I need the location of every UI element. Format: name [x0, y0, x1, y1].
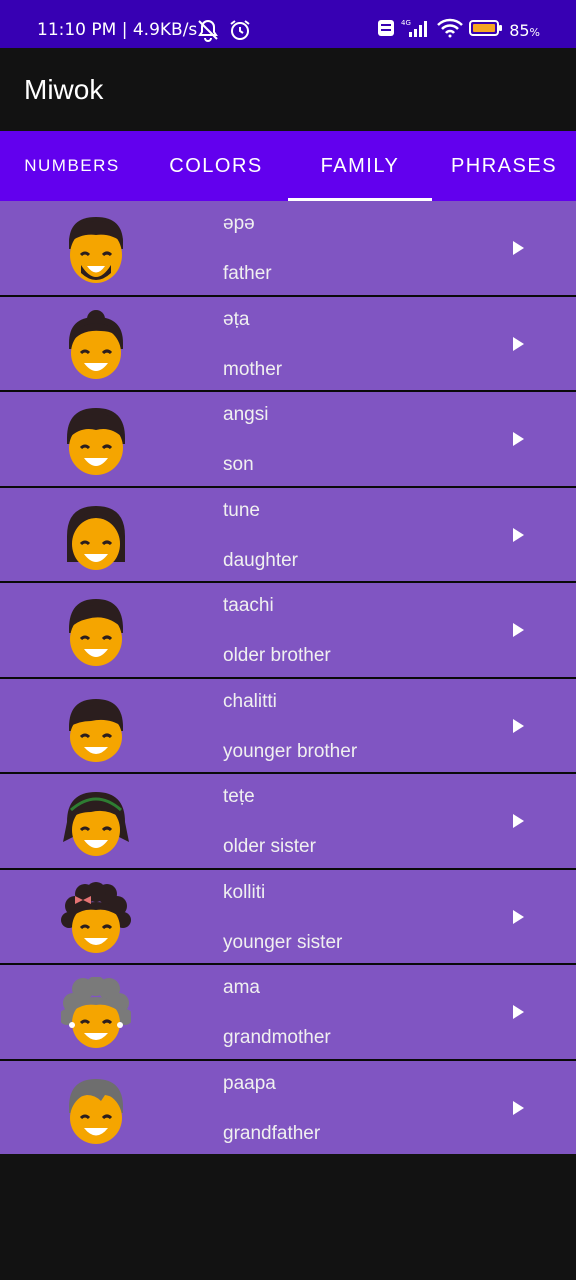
tab-phrases[interactable]: PHRASES [432, 131, 576, 201]
english-word: son [223, 454, 254, 475]
tab-numbers[interactable]: NUMBERS [0, 131, 144, 201]
tab-colors[interactable]: COLORS [144, 131, 288, 201]
svg-text:4G: 4G [401, 19, 411, 27]
app-bar: Miwok [0, 48, 576, 131]
mother-icon [69, 309, 123, 379]
play-icon[interactable] [511, 1005, 525, 1019]
list-item[interactable]: əpə father [0, 201, 576, 297]
list-item[interactable]: ama grandmother [0, 965, 576, 1061]
list-item[interactable]: chalitti younger brother [0, 678, 576, 774]
miwok-word: taachi [223, 595, 274, 616]
miwok-word: ama [223, 977, 260, 998]
battery-level: 85% [509, 20, 540, 40]
status-time: 11:10 PM | 4.9KB/s [37, 20, 198, 40]
play-icon[interactable] [511, 241, 525, 255]
english-word: younger brother [223, 740, 358, 762]
miwok-word: tune [223, 499, 260, 521]
english-word: father [223, 263, 272, 284]
english-word: grandmother [223, 1027, 331, 1048]
tab-family[interactable]: FAMILY [288, 131, 432, 201]
list-item[interactable]: kolliti younger sister [0, 869, 576, 965]
english-word: grandfather [223, 1122, 321, 1144]
play-icon[interactable] [511, 336, 525, 351]
miwok-word: teṭe [223, 786, 255, 807]
miwok-word: paapa [223, 1072, 276, 1094]
english-word: older brother [223, 645, 331, 666]
miwok-word: angsi [223, 404, 269, 425]
alarm-icon [228, 18, 252, 46]
list-item[interactable]: teṭe older sister [0, 774, 576, 870]
younger-sister-icon [61, 881, 131, 953]
list-item[interactable]: taachi older brother [0, 583, 576, 679]
play-icon[interactable] [511, 623, 525, 637]
grandfather-icon [69, 1078, 123, 1144]
english-word: older sister [223, 836, 316, 857]
miwok-word: kolliti [223, 881, 266, 903]
family-list: əpə father əṭa mother angsi son tune dau… [0, 201, 576, 1154]
english-word: daughter [223, 549, 299, 571]
miwok-word: əpə [223, 213, 255, 234]
signal-icon: 4G [401, 18, 431, 42]
volte-icon [377, 19, 395, 41]
app-title: Miwok [24, 74, 104, 105]
english-word: mother [223, 358, 283, 380]
tab-bar: NUMBERS COLORS FAMILY PHRASES [0, 131, 576, 201]
list-item[interactable]: paapa grandfather [0, 1060, 576, 1154]
son-icon [67, 408, 125, 475]
father-icon [69, 217, 123, 283]
daughter-icon [67, 505, 125, 570]
miwok-word: əṭa [223, 308, 250, 330]
play-icon[interactable] [511, 432, 525, 446]
play-icon[interactable] [511, 909, 525, 924]
list-item[interactable]: tune daughter [0, 487, 576, 583]
empty-area [0, 1154, 576, 1280]
play-icon[interactable] [511, 814, 525, 828]
play-icon[interactable] [511, 1100, 525, 1115]
list-item[interactable]: əṭa mother [0, 296, 576, 392]
battery-icon [469, 19, 503, 41]
younger-brother-icon [69, 698, 123, 762]
play-icon[interactable] [511, 527, 525, 542]
older-sister-icon [63, 792, 129, 856]
list-item[interactable]: angsi son [0, 392, 576, 488]
miwok-word: chalitti [223, 690, 277, 712]
status-bar: 11:10 PM | 4.9KB/s 4G 85% [0, 0, 576, 48]
grandmother-icon [61, 977, 131, 1048]
play-icon[interactable] [511, 718, 525, 733]
wifi-icon [437, 18, 464, 42]
older-brother-icon [69, 599, 123, 666]
english-word: younger sister [223, 931, 343, 953]
mute-icon [196, 18, 220, 46]
